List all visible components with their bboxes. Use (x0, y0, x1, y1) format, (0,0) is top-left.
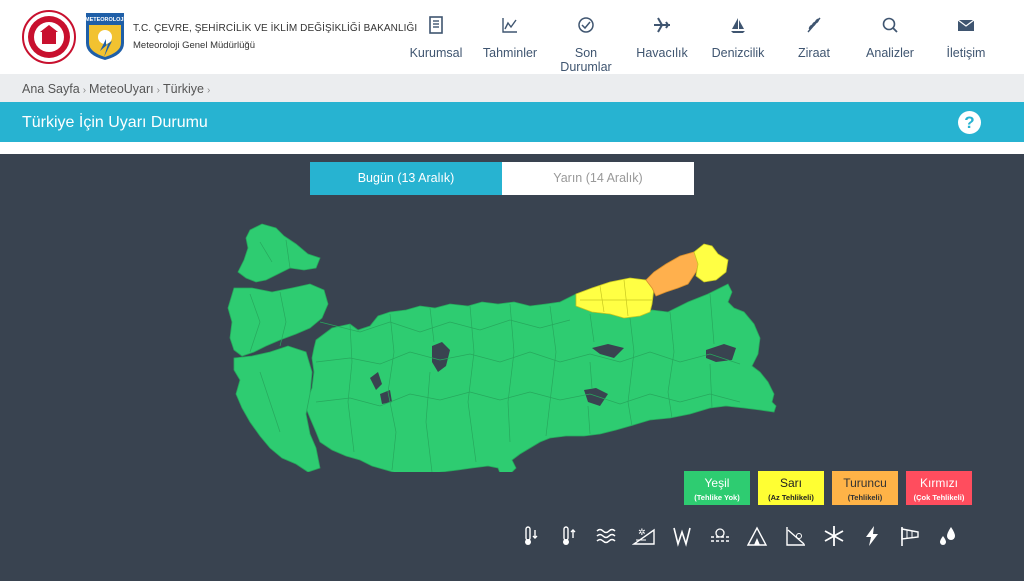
nav-label: İletişim (946, 46, 986, 60)
document-icon (429, 16, 443, 34)
search-analysis-icon (882, 17, 898, 33)
region-orange-blacksea (645, 251, 701, 297)
airplane-icon (654, 17, 670, 33)
region-green-aegean (233, 345, 321, 472)
rain-drops-icon[interactable] (936, 524, 960, 548)
nav-label: Denizcilik (711, 46, 765, 60)
region-yellow-artvin (693, 243, 729, 283)
warning-panel: Bugün (13 Aralık) Yarın (14 Aralık) Yeşi… (0, 154, 1024, 581)
check-circle-icon (578, 17, 594, 33)
mountain-avalanche-icon[interactable] (746, 524, 770, 548)
landslide-icon[interactable] (784, 524, 808, 548)
turkey-warning-map[interactable] (220, 222, 785, 472)
nav-label: Havacılık (636, 46, 688, 60)
chevron-right-icon: › (82, 85, 87, 96)
breadcrumb-home[interactable]: Ana Sayfa (22, 82, 80, 96)
breadcrumb: Ana Sayfa › MeteoUyarı › Türkiye › (0, 74, 1024, 102)
page-title: Türkiye İçin Uyarı Durumu (22, 114, 208, 131)
meteorology-logo[interactable]: METEOROLOJİ (84, 11, 126, 61)
main-nav: Kurumsal Tahminler Son Durumlar Havacılı… (400, 14, 1004, 74)
org-title: T.C. ÇEVRE, ŞEHİRCİLİK VE İKLİM DEĞİŞİKL… (133, 23, 418, 34)
legend-green: Yeşil (Tehlike Yok) (684, 471, 750, 505)
chart-icon (502, 18, 517, 33)
nav-kurumsal[interactable]: Kurumsal (400, 14, 472, 64)
header: METEOROLOJİ T.C. ÇEVRE, ŞEHİRCİLİK VE İK… (0, 0, 1024, 74)
title-bar: Türkiye İçin Uyarı Durumu ? (0, 102, 1024, 142)
nav-ziraat[interactable]: Ziraat (776, 14, 852, 64)
nav-label: Ziraat (798, 46, 830, 60)
strong-wind-icon[interactable] (670, 524, 694, 548)
snowflake-icon[interactable] (822, 524, 846, 548)
help-icon[interactable]: ? (958, 111, 981, 134)
wind-waves-icon[interactable] (594, 524, 618, 548)
windsock-icon[interactable] (898, 524, 922, 548)
nav-label: Son Durumlar (560, 46, 612, 74)
nav-analizler[interactable]: Analizler (852, 14, 928, 64)
nav-label: Kurumsal (409, 46, 463, 60)
nav-son-durumlar[interactable]: Son Durumlar (548, 14, 624, 74)
tab-tomorrow[interactable]: Yarın (14 Aralık) (502, 162, 694, 195)
legend-red: Kırmızı (Çok Tehlikeli) (906, 471, 972, 505)
spacer (0, 142, 1024, 154)
nav-label: Analizler (866, 46, 914, 60)
fog-icon[interactable] (708, 524, 732, 548)
legend-orange: Turuncu (Tehlikeli) (832, 471, 898, 505)
wheat-icon (807, 17, 821, 33)
nav-tahminler[interactable]: Tahminler (472, 14, 548, 64)
org-name: T.C. ÇEVRE, ŞEHİRCİLİK VE İKLİM DEĞİŞİKL… (133, 23, 417, 51)
logo-text: METEOROLOJİ (85, 16, 126, 23)
nav-iletisim[interactable]: İletişim (928, 14, 1004, 64)
hot-temperature-icon[interactable] (556, 524, 580, 548)
region-green-marmara (227, 283, 329, 357)
nav-denizcilik[interactable]: Denizcilik (700, 14, 776, 64)
legend-yellow: Sarı (Az Tehlikeli) (758, 471, 824, 505)
svg-text:✲: ✲ (638, 527, 646, 537)
chevron-right-icon: › (206, 85, 211, 96)
hazard-icon-bar: ✲ (518, 524, 960, 548)
tab-today[interactable]: Bugün (13 Aralık) (310, 162, 502, 195)
ministry-logo[interactable] (22, 10, 76, 64)
envelope-icon (957, 19, 975, 31)
breadcrumb-meteouyari[interactable]: MeteoUyarı (89, 82, 154, 96)
day-tabs: Bugün (13 Aralık) Yarın (14 Aralık) (310, 162, 694, 195)
nav-havacilik[interactable]: Havacılık (624, 14, 700, 64)
region-green-thrace (237, 223, 321, 283)
lightning-icon[interactable] (860, 524, 884, 548)
snow-avalanche-icon[interactable]: ✲ (631, 524, 656, 548)
chevron-right-icon: › (156, 85, 160, 96)
warning-legend: Yeşil (Tehlike Yok) Sarı (Az Tehlikeli) Tu… (684, 471, 972, 505)
sailboat-icon (731, 18, 745, 33)
breadcrumb-turkiye[interactable]: Türkiye (163, 82, 204, 96)
nav-label: Tahminler (482, 46, 538, 60)
cold-temperature-icon[interactable] (518, 524, 542, 548)
org-subtitle: Meteoroloji Genel Müdürlüğü (133, 40, 255, 51)
